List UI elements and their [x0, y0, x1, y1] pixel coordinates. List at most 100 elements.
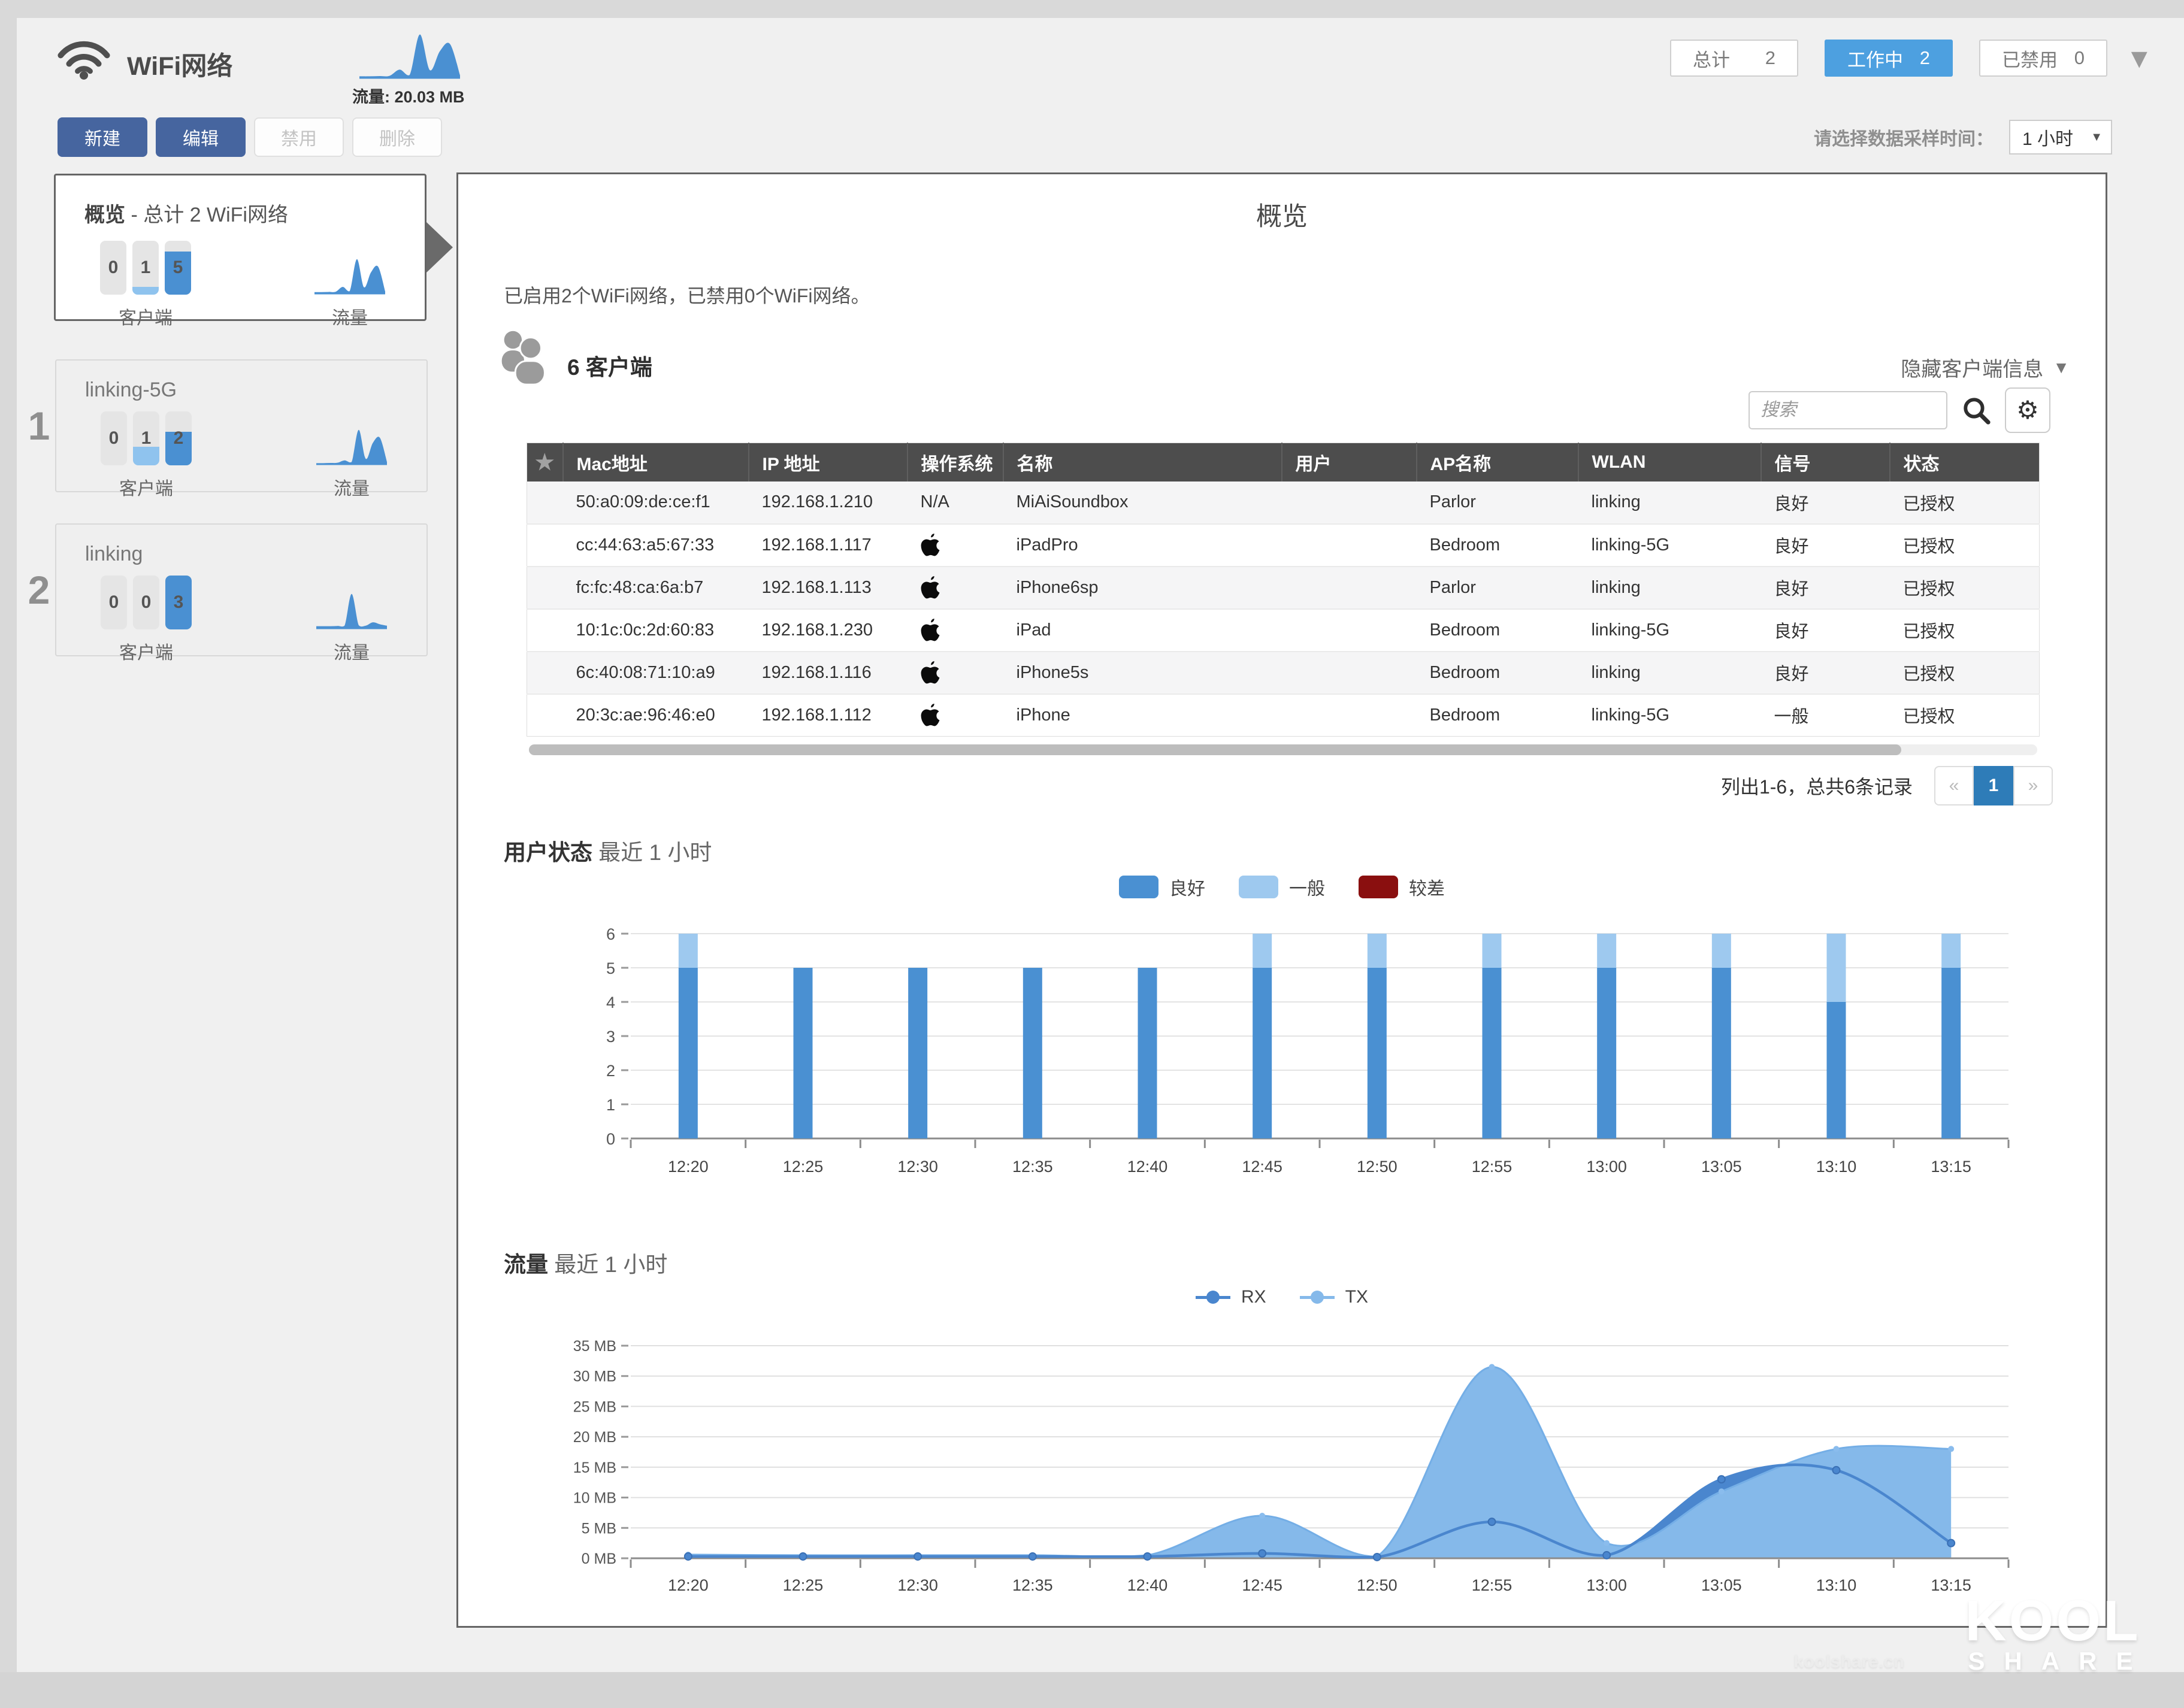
new-button[interactable]: 新建 [58, 117, 147, 157]
network-card-title: linking-5G [85, 378, 177, 401]
sidebar-card-overview[interactable]: 概览 - 总计 2 WiFi网络 015 客户端 流量 [54, 174, 426, 328]
cell-user [1281, 650, 1417, 694]
svg-text:13:00: 13:00 [1586, 1158, 1627, 1176]
table-row[interactable]: 10:1c:0c:2d:60:83 192.168.1.230 iPad Bedroo… [527, 608, 2040, 652]
svg-text:0: 0 [606, 1130, 615, 1148]
clients-heading: 6 客户端 [567, 355, 652, 380]
svg-text:12:45: 12:45 [1242, 1158, 1282, 1176]
next-page-button[interactable]: » [2013, 766, 2053, 805]
legend-item-一般[interactable]: 一般 [1239, 874, 1325, 900]
sample-time-select[interactable]: 1 小时 ▼ [2009, 120, 2112, 155]
prev-page-button[interactable]: « [1934, 766, 1974, 805]
svg-text:5: 5 [606, 959, 615, 977]
cell-os [907, 523, 1003, 567]
table-row[interactable]: fc:fc:48:ca:6a:b7 192.168.1.113 iPhone6sp P… [527, 565, 2040, 609]
clients-table: ★ Mac地址 IP 地址 操作系统 名称 用户 AP名称 WLAN 信号 状态 50:a0:09… [527, 443, 2040, 737]
svg-text:13:05: 13:05 [1701, 1576, 1742, 1594]
legend-item-较差[interactable]: 较差 [1359, 874, 1445, 900]
svg-text:1: 1 [606, 1096, 615, 1114]
search-input[interactable] [1749, 391, 1947, 429]
cell-os [907, 608, 1003, 652]
header-traffic-label: 流量: 20.03 MB [352, 88, 465, 106]
cell-status: 已授权 [1889, 693, 2040, 737]
sidebar-card-linking-5G[interactable]: linking-5G 0 1 2 客户端 流量 [55, 359, 428, 499]
cell-status: 已授权 [1889, 565, 2040, 609]
cell-ap: Bedroom [1416, 650, 1578, 694]
column-header[interactable]: IP 地址 [748, 443, 908, 481]
legend-item-TX[interactable]: TX [1299, 1287, 1368, 1307]
table-scrollbar-thumb[interactable] [529, 744, 1902, 755]
client-count-bar: 1 [132, 241, 159, 295]
cell-mac: 50:a0:09:de:ce:f1 [562, 481, 749, 524]
disable-button[interactable]: 禁用 [254, 117, 344, 157]
cell-name: iPad [1003, 608, 1282, 652]
summary-text: 已启用2个WiFi网络，已禁用0个WiFi网络。 [504, 285, 870, 307]
svg-text:12:20: 12:20 [668, 1576, 709, 1594]
edit-button[interactable]: 编辑 [156, 117, 246, 157]
legend-item-RX[interactable]: RX [1195, 1287, 1266, 1307]
column-header[interactable]: 用户 [1281, 443, 1417, 481]
filter-total-button[interactable]: 总计 2 [1670, 40, 1798, 77]
sidebar-card-linking[interactable]: linking 0 0 3 客户端 流量 [55, 523, 428, 663]
collapse-caret-icon[interactable]: ▼ [2125, 42, 2153, 74]
table-row[interactable]: 50:a0:09:de:ce:f1 192.168.1.210 N/A MiAiSou… [527, 481, 2040, 524]
svg-text:12:45: 12:45 [1242, 1576, 1282, 1594]
column-header[interactable]: WLAN [1578, 443, 1762, 481]
cell-user [1281, 608, 1417, 652]
toolbar: 新建 编辑 禁用 删除 [58, 117, 442, 157]
client-count-bar: 5 [165, 241, 191, 295]
filter-disabled-button[interactable]: 已禁用 0 [1979, 40, 2107, 77]
search-icon[interactable] [1961, 395, 1992, 426]
clients-icon [501, 331, 546, 386]
cell-name: iPadPro [1003, 523, 1282, 567]
cell-os [907, 693, 1003, 737]
sample-time-label: 请选择数据采样时间： [1814, 129, 1994, 149]
cell-wlan: linking [1578, 481, 1761, 524]
svg-text:12:25: 12:25 [783, 1576, 824, 1594]
delete-button[interactable]: 删除 [352, 117, 442, 157]
svg-text:13:10: 13:10 [1816, 1158, 1857, 1176]
legend-swatch [1359, 876, 1398, 898]
table-row[interactable]: cc:44:63:a5:67:33 192.168.1.117 iPadPro Bed… [527, 523, 2040, 567]
caret-down-icon: ▼ [2053, 358, 2070, 377]
column-header[interactable]: AP名称 [1416, 443, 1579, 481]
column-header[interactable]: 名称 [1003, 443, 1282, 481]
svg-text:15 MB: 15 MB [573, 1459, 616, 1476]
svg-text:12:20: 12:20 [668, 1158, 709, 1176]
legend-line-marker [1299, 1289, 1335, 1305]
page-title: WiFi网络 [127, 52, 233, 81]
clients-mini-label: 客户端 [119, 308, 173, 328]
cell-name: iPhone5s [1003, 650, 1282, 694]
columns-settings-button[interactable]: ⚙ [2005, 387, 2050, 433]
cell-ip: 192.168.1.210 [748, 481, 908, 524]
overview-card-body: 015 客户端 流量 [56, 228, 425, 329]
cell-ip: 192.168.1.116 [748, 650, 908, 694]
user-status-heading: 用户状态 最近 1 小时 [504, 840, 712, 865]
watermark-logo-bottom: SHARE [1968, 1647, 2152, 1675]
cell-user [1281, 693, 1417, 737]
column-header[interactable]: 信号 [1760, 443, 1890, 481]
filter-working-button[interactable]: 工作中 2 [1825, 40, 1953, 77]
cell-mac: fc:fc:48:ca:6a:b7 [562, 565, 749, 609]
legend-item-良好[interactable]: 良好 [1119, 874, 1205, 900]
traffic-chart: 0 MB 5 MB 10 MB 15 MB 20 MB 25 MB 30 MB 35 MB 12… [573, 1338, 2010, 1594]
cell-wlan: linking [1578, 565, 1761, 609]
table-row[interactable]: 20:3c:ae:96:46:e0 192.168.1.112 iPhone Bedr… [527, 693, 2040, 737]
apple-icon [921, 576, 939, 599]
cell-star [527, 523, 563, 567]
traffic-sparkline [314, 259, 385, 295]
column-header[interactable]: 操作系统 [907, 443, 1004, 481]
table-scrollbar[interactable] [529, 744, 2037, 755]
table-row[interactable]: 6c:40:08:71:10:a9 192.168.1.116 iPhone5s Be… [527, 650, 2040, 694]
pagination-summary: 列出1-6，总共6条记录 [1720, 776, 1913, 798]
network-cards: 1 linking-5G 0 1 2 客户端 流量 2 linking 0 0 3 客户端 流量 [23, 359, 428, 663]
column-header[interactable]: 状态 [1889, 443, 2040, 481]
svg-text:0 MB: 0 MB [582, 1550, 616, 1567]
star-column-header[interactable]: ★ [527, 443, 564, 481]
cell-name: MiAiSoundbox [1003, 481, 1282, 524]
cell-mac: 6c:40:08:71:10:a9 [562, 650, 749, 694]
hide-client-info-link[interactable]: 隐藏客户端信息 ▼ [1901, 353, 2070, 382]
apple-icon [921, 704, 939, 726]
page-1-button[interactable]: 1 [1974, 766, 2013, 805]
column-header[interactable]: Mac地址 [562, 443, 749, 481]
